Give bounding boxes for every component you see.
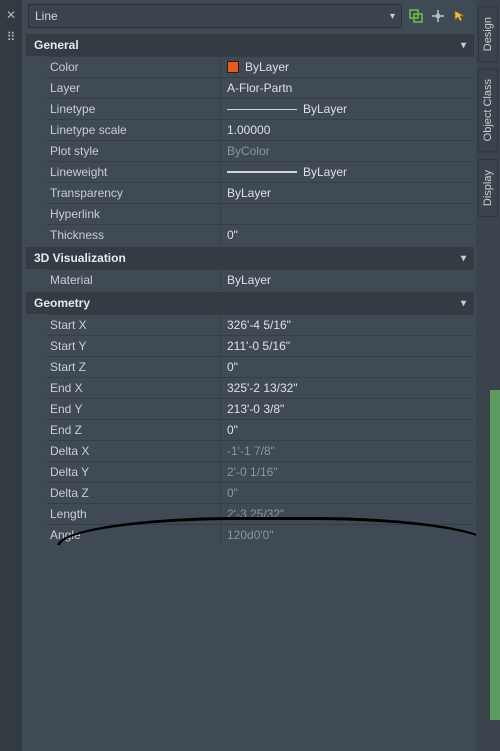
prop-length: Length 2'-3 25/32" bbox=[46, 503, 474, 524]
prop-hyperlink[interactable]: Hyperlink bbox=[46, 203, 474, 224]
prop-startz[interactable]: Start Z 0" bbox=[46, 356, 474, 377]
collapse-icon: ▾ bbox=[461, 298, 466, 309]
prop-material[interactable]: Material ByLayer bbox=[46, 269, 474, 290]
prop-transparency[interactable]: Transparency ByLayer bbox=[46, 182, 474, 203]
object-type-select[interactable]: Line ▾ bbox=[28, 4, 402, 28]
top-toolbar: Line ▾ bbox=[22, 0, 476, 32]
prop-layer[interactable]: Layer A-Flor-Partn bbox=[46, 77, 474, 98]
section-geometry[interactable]: Geometry ▾ bbox=[26, 292, 474, 314]
linetype-sample-icon bbox=[227, 109, 297, 110]
select-objects-icon[interactable] bbox=[450, 6, 470, 26]
prop-deltay: Delta Y 2'-0 1/16" bbox=[46, 461, 474, 482]
prop-endy[interactable]: End Y 213'-0 3/8" bbox=[46, 398, 474, 419]
prop-angle: Angle 120d0'0" bbox=[46, 524, 474, 545]
prop-endz[interactable]: End Z 0" bbox=[46, 419, 474, 440]
pickadd-icon[interactable] bbox=[428, 6, 448, 26]
section-general[interactable]: General ▾ bbox=[26, 34, 474, 56]
tab-design[interactable]: Design bbox=[478, 6, 498, 62]
prop-linetype[interactable]: Linetype ByLayer bbox=[46, 98, 474, 119]
collapse-icon: ▾ bbox=[461, 40, 466, 51]
prop-plotstyle: Plot style ByColor bbox=[46, 140, 474, 161]
prop-color[interactable]: Color ByLayer bbox=[46, 56, 474, 77]
dropdown-icon: ▾ bbox=[390, 11, 395, 22]
prop-thickness[interactable]: Thickness 0" bbox=[46, 224, 474, 245]
prop-starty[interactable]: Start Y 211'-0 5/16" bbox=[46, 335, 474, 356]
tab-display[interactable]: Display bbox=[478, 159, 498, 217]
prop-ltscale[interactable]: Linetype scale 1.00000 bbox=[46, 119, 474, 140]
section-3d-visualization[interactable]: 3D Visualization ▾ bbox=[26, 247, 474, 269]
prop-deltax: Delta X -1'-1 7/8" bbox=[46, 440, 474, 461]
modelspace-sliver bbox=[490, 390, 500, 720]
object-type-value: Line bbox=[35, 9, 58, 23]
collapse-icon: ▾ bbox=[461, 253, 466, 264]
tab-object-class[interactable]: Object Class bbox=[478, 68, 498, 152]
prop-deltaz: Delta Z 0" bbox=[46, 482, 474, 503]
lineweight-sample-icon bbox=[227, 171, 297, 173]
drag-handle-icon[interactable]: ⠿ bbox=[4, 30, 18, 44]
close-icon[interactable]: ✕ bbox=[4, 8, 18, 22]
quick-select-icon[interactable] bbox=[406, 6, 426, 26]
prop-endx[interactable]: End X 325'-2 13/32" bbox=[46, 377, 474, 398]
panel-title: PROPERTIES bbox=[0, 655, 3, 736]
left-rail: ✕ ⠿ PROPERTIES bbox=[0, 0, 22, 751]
properties-panel: General ▾ Color ByLayer Layer A-Flor-Par… bbox=[22, 32, 476, 545]
color-swatch-icon bbox=[227, 61, 239, 73]
prop-startx[interactable]: Start X 326'-4 5/16" bbox=[46, 314, 474, 335]
prop-lineweight[interactable]: Lineweight ByLayer bbox=[46, 161, 474, 182]
